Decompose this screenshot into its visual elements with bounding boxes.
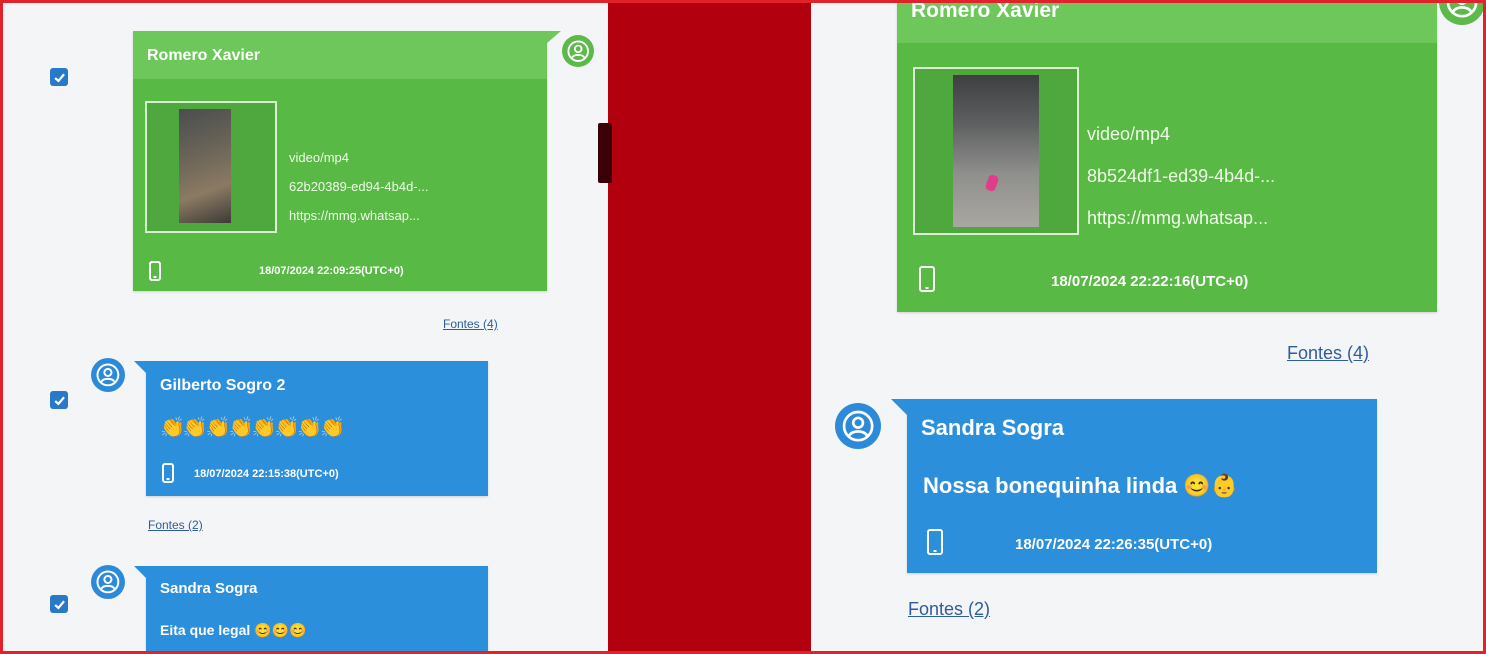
sources-link[interactable]: Fontes (4) (443, 317, 498, 331)
sender-avatar (835, 403, 881, 449)
bubble-tail (134, 566, 146, 578)
sources-link[interactable]: Fontes (2) (908, 599, 990, 620)
incoming-message-bubble: Gilberto Sogro 2 👏👏👏👏👏👏👏👏 18/07/2024 22:… (134, 361, 488, 496)
sender-name: Romero Xavier (911, 3, 1060, 22)
message-text: Eita que legal 😊😊😊 (160, 622, 307, 638)
pane-divider[interactable] (598, 3, 811, 651)
sender-avatar (562, 35, 594, 67)
message-select-checkbox[interactable] (50, 391, 68, 409)
sender-avatar (91, 358, 125, 392)
video-mime-type: video/mp4 (1087, 124, 1171, 144)
check-icon (53, 600, 65, 610)
divider-handle[interactable] (598, 123, 612, 183)
phone-icon (919, 266, 935, 292)
video-preview-detail (984, 173, 1000, 193)
bubble-header: Romero Xavier (133, 31, 547, 79)
video-metadata: video/mp4 62b20389-ed94-4b4d-... https:/… (289, 143, 429, 230)
user-icon (96, 570, 120, 594)
phone-icon (149, 261, 161, 281)
video-url: https://mmg.whatsap... (289, 208, 420, 223)
video-message-bubble: Romero Xavier video/mp4 8b524df1-ed39-4b… (897, 3, 1437, 312)
user-icon (567, 40, 589, 62)
message-timestamp: 18/07/2024 22:15:38(UTC+0) (194, 468, 339, 480)
sender-name: Romero Xavier (147, 47, 260, 64)
bubble-tail (547, 31, 561, 43)
video-url: https://mmg.whatsap... (1087, 208, 1269, 228)
message-select-checkbox[interactable] (50, 595, 68, 613)
user-icon (96, 363, 120, 387)
sources-link[interactable]: Fontes (2) (148, 518, 203, 532)
sender-name: Sandra Sogra (921, 415, 1065, 440)
phone-icon (927, 529, 943, 555)
video-mime-type: video/mp4 (289, 150, 349, 165)
screenshot-frame: Romero Xavier video/mp4 62b20389-ed94-4b… (0, 0, 1486, 654)
check-icon (53, 73, 65, 83)
phone-icon (162, 463, 174, 483)
video-message-bubble: Romero Xavier video/mp4 62b20389-ed94-4b… (133, 31, 561, 291)
video-preview-image (179, 109, 231, 223)
left-chat-pane: Romero Xavier video/mp4 62b20389-ed94-4b… (3, 3, 608, 651)
sender-avatar (1439, 3, 1483, 25)
bubble-tail (891, 399, 907, 415)
video-metadata: video/mp4 8b524df1-ed39-4b4d-... https:/… (1087, 113, 1275, 239)
message-select-checkbox[interactable] (50, 68, 68, 86)
video-preview-image (953, 75, 1039, 227)
video-file-id: 8b524df1-ed39-4b4d-... (1087, 166, 1276, 186)
user-icon (1446, 3, 1478, 18)
sender-name: Gilberto Sogro 2 (160, 377, 286, 394)
sender-avatar (91, 565, 125, 599)
bubble-tail (134, 361, 146, 373)
bubble-header: Romero Xavier (897, 3, 1437, 43)
message-timestamp: 18/07/2024 22:09:25(UTC+0) (259, 265, 404, 277)
message-timestamp: 18/07/2024 22:22:16(UTC+0) (1051, 273, 1249, 290)
check-icon (53, 396, 65, 406)
message-text: Nossa bonequinha linda 😊👶 (923, 473, 1239, 498)
right-chat-pane: Romero Xavier video/mp4 8b524df1-ed39-4b… (811, 3, 1483, 651)
video-file-id: 62b20389-ed94-4b4d-... (289, 179, 429, 194)
user-icon (842, 410, 874, 442)
message-text: 👏👏👏👏👏👏👏👏 (160, 417, 345, 439)
incoming-message-bubble: Sandra Sogra Eita que legal 😊😊😊 (134, 566, 488, 651)
sources-link[interactable]: Fontes (4) (1287, 343, 1369, 364)
sender-name: Sandra Sogra (160, 580, 258, 597)
video-thumbnail[interactable] (145, 101, 277, 233)
incoming-message-bubble: Sandra Sogra Nossa bonequinha linda 😊👶 1… (891, 399, 1377, 573)
video-thumbnail[interactable] (913, 67, 1079, 235)
message-timestamp: 18/07/2024 22:26:35(UTC+0) (1015, 536, 1213, 553)
